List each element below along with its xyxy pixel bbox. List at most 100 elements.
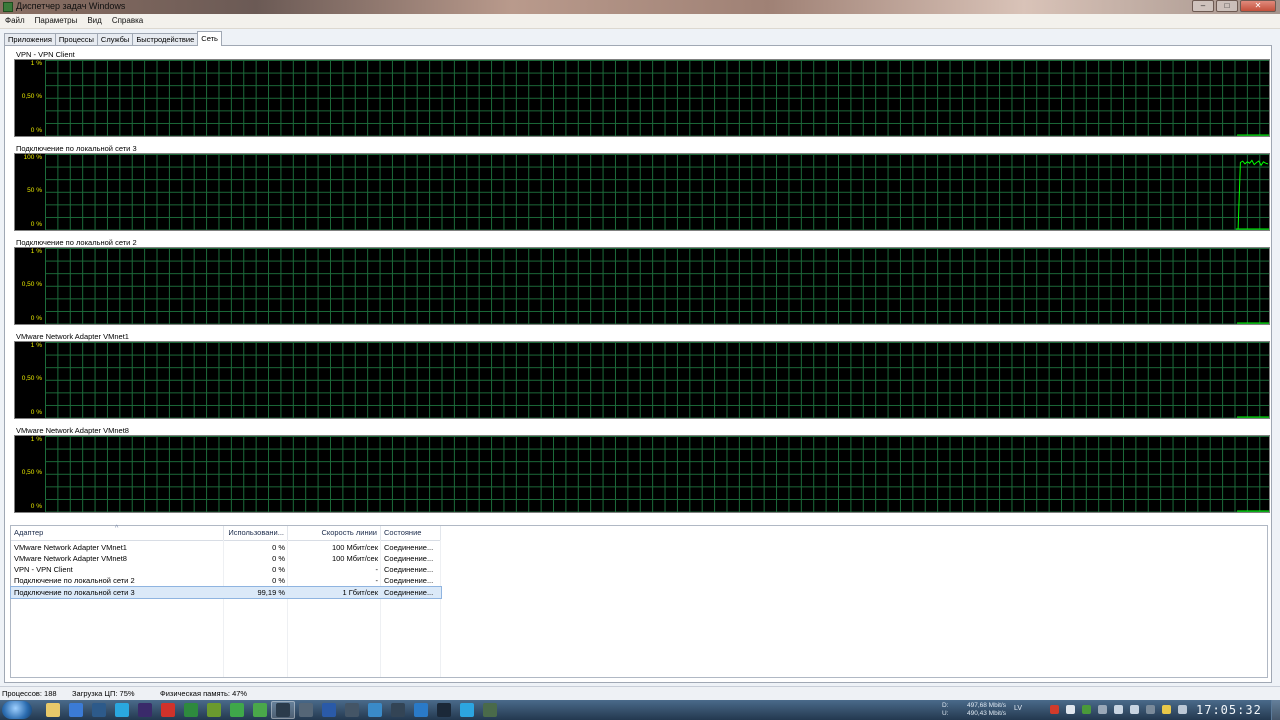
menu-view[interactable]: Вид [82, 14, 106, 28]
y-tick-label: 100 % [23, 154, 42, 161]
language-indicator[interactable]: LV [1014, 705, 1022, 712]
graph-svg [1237, 510, 1269, 512]
y-tick-label: 1 % [30, 436, 42, 443]
adapter-usage: 0 % [272, 554, 285, 563]
table-row-selected[interactable]: Подключение по локальной сети 3 99,19 % … [10, 586, 442, 599]
clock[interactable]: 17:05:32 [1196, 703, 1262, 717]
steam-icon[interactable] [437, 703, 451, 717]
skype-icon[interactable] [115, 703, 129, 717]
app-icon[interactable] [345, 703, 359, 717]
adapter-speed: - [375, 576, 379, 585]
taskmgr-icon[interactable] [483, 703, 497, 717]
graph-plot-area [45, 60, 1269, 136]
minimize-button[interactable]: – [1192, 0, 1214, 12]
graph-y-axis: 1 % 0,50 % 0 % [15, 248, 46, 324]
app-icon[interactable] [391, 703, 405, 717]
y-tick-label: 0 % [30, 127, 42, 134]
maximize-button[interactable]: □ [1216, 0, 1238, 12]
menu-help[interactable]: Справка [107, 14, 148, 28]
utorrent-icon[interactable] [207, 703, 221, 717]
adapter-table: Адаптер ^ Использовани... Скорость линии… [10, 525, 1268, 678]
y-tick-label: 0 % [30, 409, 42, 416]
close-button[interactable]: ✕ [1240, 0, 1276, 12]
network-graph: 1 % 0,50 % 0 % [14, 435, 1270, 513]
y-tick-label: 1 % [30, 248, 42, 255]
taskbar: D: 497,68 Mbit/s U: 490,43 Mbit/s LV 17:05… [0, 700, 1280, 720]
graph-plot-area [45, 436, 1269, 512]
network-graph: 1 % 0,50 % 0 % [14, 341, 1270, 419]
adapter-usage: 0 % [272, 576, 285, 585]
network-graph: 1 % 0,50 % 0 % [14, 59, 1270, 137]
y-tick-label: 0,50 % [21, 469, 42, 476]
tray-flag-icon[interactable] [1146, 705, 1155, 714]
y-tick-label: 0,50 % [21, 375, 42, 382]
status-processes: Процессов: 188 [2, 689, 57, 698]
start-button[interactable] [2, 701, 32, 719]
app-icon[interactable] [299, 703, 313, 717]
graph-title: Подключение по локальной сети 2 [16, 238, 137, 247]
menu-options[interactable]: Параметры [30, 14, 83, 28]
network-graph: 100 % 50 % 0 % [14, 153, 1270, 231]
column-header-speed[interactable]: Скорость линии [288, 526, 381, 540]
explorer-icon[interactable] [46, 703, 60, 717]
table-row[interactable]: Подключение по локальной сети 2 0 % - Со… [11, 575, 441, 586]
app-icon[interactable] [368, 703, 382, 717]
y-tick-label: 1 % [30, 60, 42, 67]
adapter-name: VMware Network Adapter VMnet8 [14, 554, 127, 563]
table-row[interactable]: VMware Network Adapter VMnet1 0 % 100 Мб… [11, 542, 441, 553]
media-icon[interactable] [69, 703, 83, 717]
graph-svg [1237, 416, 1269, 418]
premiere-icon[interactable] [138, 703, 152, 717]
graph-y-axis: 1 % 0,50 % 0 % [15, 60, 46, 136]
task-manager-icon [3, 2, 13, 12]
graph-title: VMware Network Adapter VMnet1 [16, 332, 129, 341]
y-tick-label: 0,50 % [21, 281, 42, 288]
evernote-icon[interactable] [230, 703, 244, 717]
column-header-status[interactable]: Состояние [381, 526, 441, 540]
graph-y-axis: 1 % 0,50 % 0 % [15, 342, 46, 418]
y-tick-label: 0 % [30, 503, 42, 510]
graph-plot-area [45, 342, 1269, 418]
show-desktop-button[interactable] [1271, 700, 1280, 720]
word-icon[interactable] [322, 703, 336, 717]
tray-app-icon[interactable] [1178, 705, 1187, 714]
opera-icon[interactable] [161, 703, 175, 717]
tray-app-icon[interactable] [1066, 705, 1075, 714]
usage-line [1235, 159, 1269, 230]
adapter-status: Соединение... [384, 543, 434, 552]
network-icon[interactable] [92, 703, 106, 717]
menu-file[interactable]: Файл [0, 14, 30, 28]
column-header-usage[interactable]: Использовани... [224, 526, 288, 540]
graph-plot-area [45, 154, 1269, 230]
y-tick-label: 50 % [27, 187, 42, 194]
download-label: D: [942, 702, 949, 709]
graph-svg [1235, 159, 1269, 230]
status-cpu: Загрузка ЦП: 75% [72, 689, 135, 698]
tray-network-icon[interactable] [1114, 705, 1123, 714]
graph-title: VPN - VPN Client [16, 50, 75, 59]
tray-power-icon[interactable] [1162, 705, 1171, 714]
adapter-usage: 0 % [272, 565, 285, 574]
sort-arrow-icon: ^ [115, 525, 119, 532]
excel-icon[interactable] [184, 703, 198, 717]
task-manager-icon[interactable] [253, 703, 267, 717]
table-row[interactable]: VMware Network Adapter VMnet8 0 % 100 Мб… [11, 553, 441, 564]
tray-app-icon[interactable] [1098, 705, 1107, 714]
tray-antivirus-icon[interactable] [1050, 705, 1059, 714]
tab-networking[interactable]: Сеть [197, 31, 222, 46]
tray-app-icon[interactable] [1082, 705, 1091, 714]
adapter-status: Соединение... [384, 565, 434, 574]
adapter-speed: 100 Мбит/сек [331, 554, 378, 563]
adapter-usage: 0 % [272, 543, 285, 552]
adapter-name: Подключение по локальной сети 2 [14, 576, 135, 585]
browser-icon[interactable] [414, 703, 428, 717]
net-speed-meter: D: 497,68 Mbit/s U: 490,43 Mbit/s [942, 702, 1006, 718]
telegram-icon[interactable] [460, 703, 474, 717]
adapter-status: Соединение... [384, 576, 434, 585]
graph-title: VMware Network Adapter VMnet8 [16, 426, 129, 435]
tray-volume-icon[interactable] [1130, 705, 1139, 714]
adapter-name: VPN - VPN Client [14, 565, 73, 574]
graph-svg [1237, 322, 1269, 324]
table-row[interactable]: VPN - VPN Client 0 % - Соединение... [11, 564, 441, 575]
app-icon[interactable] [276, 703, 290, 717]
